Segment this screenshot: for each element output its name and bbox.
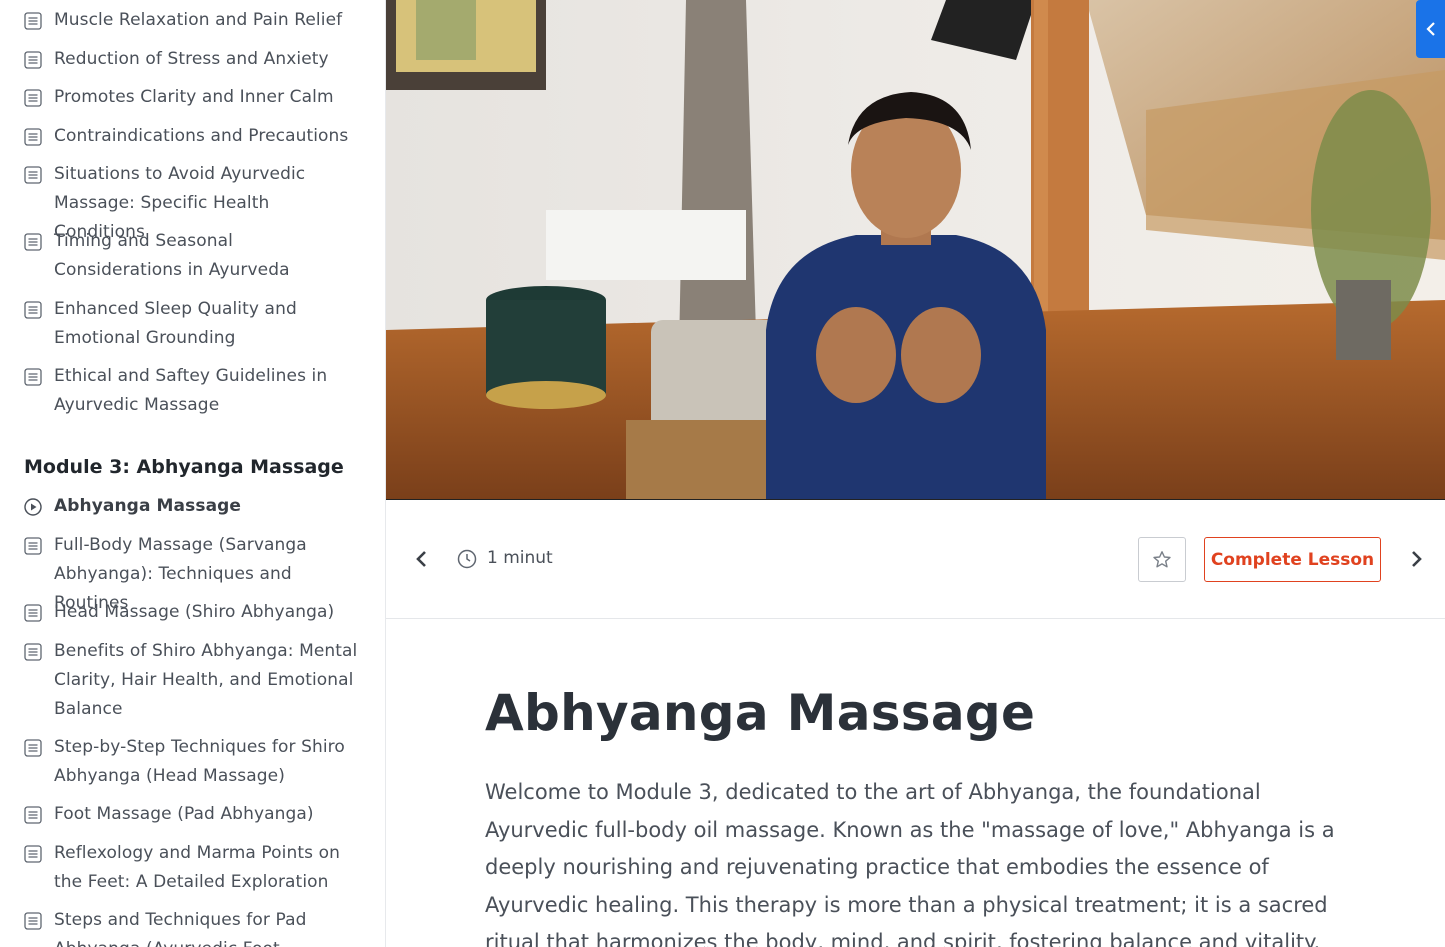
sidebar-lesson-item[interactable]: Contraindications and Precautions bbox=[24, 126, 364, 151]
video-frame bbox=[386, 0, 1445, 499]
module-title: Module 3: Abhyanga Massage bbox=[24, 456, 344, 478]
sidebar-lesson-item[interactable]: Timing and Seasonal Considerations in Ay… bbox=[24, 231, 364, 285]
sidebar-lesson-label: Benefits of Shiro Abhyanga: Mental Clari… bbox=[54, 641, 358, 719]
chevron-left-icon bbox=[1425, 22, 1435, 36]
sidebar-lesson-item[interactable]: Foot Massage (Pad Abhyanga) bbox=[24, 804, 364, 829]
sidebar-lesson-label: Reduction of Stress and Anxiety bbox=[54, 49, 329, 69]
document-icon bbox=[24, 845, 42, 863]
sidebar-lesson-item[interactable]: Ethical and Saftey Guidelines in Ayurved… bbox=[24, 366, 364, 420]
sidebar-lesson-label: Steps and Techniques for Pad Abhyanga (A… bbox=[54, 910, 307, 947]
chevron-right-icon bbox=[1412, 551, 1422, 567]
sidebar-lesson-label: Enhanced Sleep Quality and Emotional Gro… bbox=[54, 299, 297, 348]
next-lesson-button[interactable] bbox=[1406, 549, 1426, 569]
sidebar-lesson-label: Muscle Relaxation and Pain Relief bbox=[54, 10, 343, 30]
sidebar-lesson-label: Contraindications and Precautions bbox=[54, 126, 349, 146]
sidebar-lesson-item[interactable]: Muscle Relaxation and Pain Relief bbox=[24, 10, 364, 35]
sidebar-collapse-button[interactable] bbox=[1416, 0, 1445, 58]
sidebar-lesson-item[interactable]: Benefits of Shiro Abhyanga: Mental Clari… bbox=[24, 641, 364, 724]
document-icon bbox=[24, 806, 42, 824]
lesson-title: Abhyanga Massage bbox=[485, 684, 1036, 742]
document-icon bbox=[24, 739, 42, 757]
lesson-toolbar: 1 minut Complete Lesson bbox=[386, 500, 1445, 619]
document-icon bbox=[24, 12, 42, 30]
favorite-button[interactable] bbox=[1138, 537, 1186, 582]
clock-icon bbox=[457, 549, 477, 569]
complete-lesson-button[interactable]: Complete Lesson bbox=[1204, 537, 1381, 582]
sidebar-lesson-item[interactable]: Reduction of Stress and Anxiety bbox=[24, 49, 364, 74]
document-icon bbox=[24, 912, 42, 930]
star-icon bbox=[1153, 550, 1171, 567]
sidebar-lesson-label: Ethical and Saftey Guidelines in Ayurved… bbox=[54, 366, 328, 415]
sidebar-lesson-label: Timing and Seasonal Considerations in Ay… bbox=[54, 231, 290, 280]
sidebar-lesson-label: Reflexology and Marma Points on the Feet… bbox=[54, 843, 340, 892]
document-icon bbox=[24, 643, 42, 661]
sidebar-lesson-item[interactable]: Head Massage (Shiro Abhyanga) bbox=[24, 602, 364, 627]
chevron-left-icon bbox=[416, 551, 426, 567]
document-icon bbox=[24, 368, 42, 386]
document-icon bbox=[24, 233, 42, 251]
document-icon bbox=[24, 128, 42, 146]
sidebar-lesson-label: Step-by-Step Techniques for Shiro Abhyan… bbox=[54, 737, 345, 786]
sidebar-lesson-item[interactable]: Steps and Techniques for Pad Abhyanga (A… bbox=[24, 910, 364, 947]
sidebar-lesson-label: Head Massage (Shiro Abhyanga) bbox=[54, 602, 335, 622]
previous-lesson-button[interactable] bbox=[412, 549, 432, 569]
course-sidebar: Muscle Relaxation and Pain Relief Reduct… bbox=[0, 0, 386, 947]
sidebar-lesson-item[interactable]: Enhanced Sleep Quality and Emotional Gro… bbox=[24, 299, 364, 353]
sidebar-lesson-label: Abhyanga Massage bbox=[54, 496, 242, 516]
sidebar-lesson-label: Foot Massage (Pad Abhyanga) bbox=[54, 804, 314, 824]
sidebar-lesson-item[interactable]: Promotes Clarity and Inner Calm bbox=[24, 87, 364, 112]
document-icon bbox=[24, 604, 42, 622]
lesson-body-text: Welcome to Module 3, dedicated to the ar… bbox=[485, 780, 1335, 947]
document-icon bbox=[24, 301, 42, 319]
document-icon bbox=[24, 89, 42, 107]
video-player[interactable] bbox=[386, 0, 1445, 500]
document-icon bbox=[24, 166, 42, 184]
play-circle-icon bbox=[24, 498, 42, 516]
lesson-duration: 1 minut bbox=[487, 548, 553, 568]
sidebar-lesson-item[interactable]: Reflexology and Marma Points on the Feet… bbox=[24, 843, 364, 897]
sidebar-lesson-item[interactable]: Step-by-Step Techniques for Shiro Abhyan… bbox=[24, 737, 364, 791]
document-icon bbox=[24, 537, 42, 555]
sidebar-lesson-item-active[interactable]: Abhyanga Massage bbox=[24, 496, 364, 521]
sidebar-lesson-label: Promotes Clarity and Inner Calm bbox=[54, 87, 334, 107]
document-icon bbox=[24, 51, 42, 69]
